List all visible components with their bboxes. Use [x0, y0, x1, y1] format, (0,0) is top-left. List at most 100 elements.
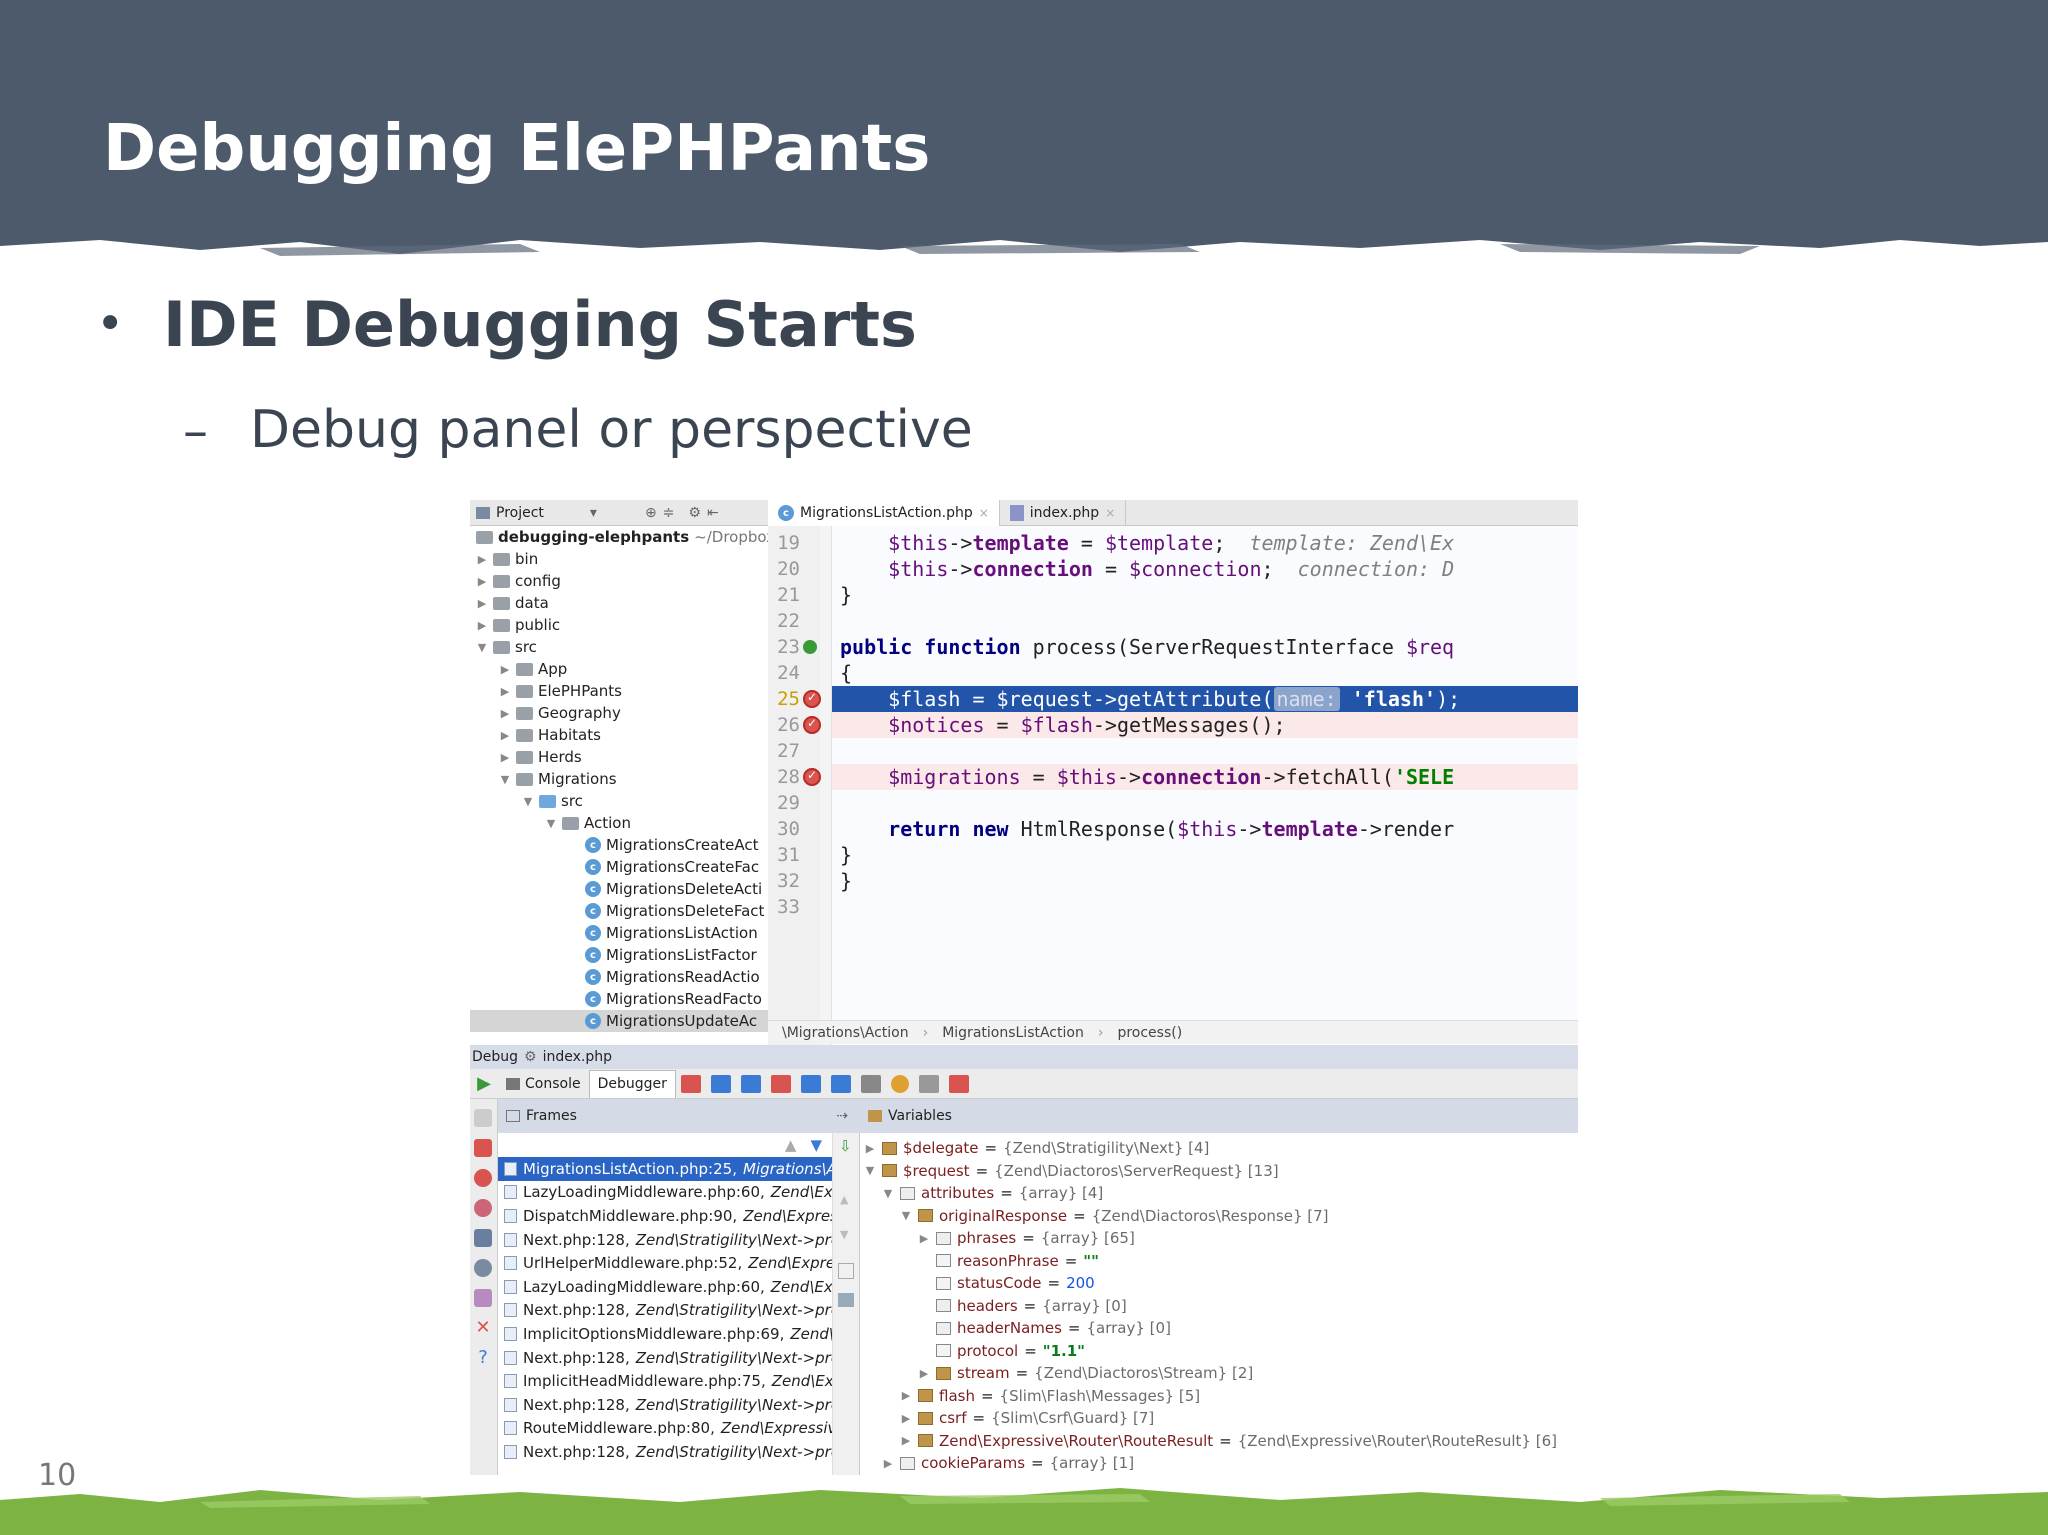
tree-item[interactable]: ▼ src	[476, 636, 537, 658]
code-line[interactable]: }	[832, 868, 1578, 894]
breadcrumb-item[interactable]: process()	[1117, 1025, 1182, 1041]
arrow-down-icon[interactable]: ▼	[810, 1136, 822, 1154]
sync-icon[interactable]: ⊕	[645, 505, 657, 521]
code-line[interactable]: }	[832, 582, 1578, 608]
project-root[interactable]: debugging-elephpants ~/Dropbox/	[476, 526, 768, 548]
chevron-down-icon[interactable]: ▼	[476, 641, 488, 654]
pause-icon[interactable]	[474, 1109, 492, 1127]
layout-icon[interactable]	[474, 1229, 492, 1247]
close-icon[interactable]: ×	[1105, 506, 1115, 520]
tree-item[interactable]: c MigrationsUpdateAc	[470, 1010, 768, 1032]
chevron-right-icon[interactable]: ▶	[476, 597, 488, 610]
chevron-right-icon[interactable]: ▶	[476, 553, 488, 566]
tree-item[interactable]: ▶ Geography	[499, 702, 621, 724]
code-line[interactable]: $flash = $request->getAttribute(name: 'f…	[832, 686, 1578, 712]
close-icon[interactable]: ×	[979, 506, 989, 520]
step-over-icon[interactable]	[710, 1074, 731, 1093]
tree-item[interactable]: c MigrationsListAction	[568, 922, 758, 944]
variable-row[interactable]: ▼ $request = {Zend\Diactoros\ServerRequest}…	[864, 1160, 1279, 1183]
chevron-right-icon[interactable]: ▶	[499, 685, 511, 698]
variable-row[interactable]: ▼ originalResponse = {Zend\Diactoros\Respon…	[900, 1205, 1329, 1228]
close-icon[interactable]: ✕	[474, 1319, 492, 1337]
frame-row[interactable]: ImplicitOptionsMiddleware.php:69, Zend\E	[498, 1322, 832, 1346]
pin-icon[interactable]	[474, 1289, 492, 1307]
watch-icon[interactable]	[890, 1074, 909, 1093]
variable-row[interactable]: statusCode = 200	[918, 1272, 1095, 1295]
breadcrumb-item[interactable]: \Migrations\Action	[782, 1025, 909, 1041]
help-icon[interactable]: ?	[474, 1349, 492, 1367]
resume-icon[interactable]: ▶	[470, 1073, 498, 1094]
tab-debugger[interactable]: Debugger	[588, 1069, 676, 1098]
code-line[interactable]: $this->template = $template; template: Z…	[832, 530, 1578, 556]
chevron-right-icon[interactable]: ▶	[900, 1412, 912, 1425]
step-out-icon[interactable]	[800, 1074, 821, 1093]
variable-row[interactable]: ▶ cookieParams = {array} [1]	[882, 1452, 1134, 1475]
tree-item[interactable]: ▶ Herds	[499, 746, 582, 768]
implements-method-icon[interactable]	[803, 640, 817, 654]
show-execution-point-icon[interactable]	[680, 1074, 701, 1093]
tree-item[interactable]: c MigrationsDeleteActi	[568, 878, 762, 900]
tree-item[interactable]: c MigrationsCreateFac	[568, 856, 759, 878]
chevron-down-icon[interactable]: ▼	[545, 817, 557, 830]
code-line[interactable]: {	[832, 660, 1578, 686]
code-line[interactable]: $migrations = $this->connection->fetchAl…	[832, 764, 1578, 790]
breakpoint-icon[interactable]	[803, 716, 821, 734]
tree-item[interactable]: ▶ public	[476, 614, 560, 636]
frame-row[interactable]: DispatchMiddleware.php:90, Zend\Express	[498, 1204, 832, 1228]
gear-icon[interactable]: ⚙	[688, 505, 701, 521]
breakpoint-icon[interactable]	[803, 768, 821, 786]
chevron-right-icon[interactable]: ▶	[476, 619, 488, 632]
code-line[interactable]: $this->connection = $connection; connect…	[832, 556, 1578, 582]
breadcrumb-item[interactable]: MigrationsListAction	[942, 1025, 1084, 1041]
frame-row[interactable]: LazyLoadingMiddleware.php:60, Zend\Exp	[498, 1275, 832, 1299]
frame-row[interactable]: ImplicitHeadMiddleware.php:75, Zend\Exp	[498, 1369, 832, 1393]
chevron-right-icon[interactable]: ▶	[900, 1389, 912, 1402]
arrow-up-icon[interactable]: ▲	[840, 1193, 848, 1206]
force-step-into-icon[interactable]	[770, 1074, 791, 1093]
tree-item[interactable]: c MigrationsCreateAct	[568, 834, 759, 856]
restore-layout-icon[interactable]	[948, 1074, 969, 1093]
chevron-right-icon[interactable]: ▶	[900, 1434, 912, 1447]
code-line[interactable]	[832, 608, 1578, 634]
frame-row[interactable]: MigrationsListAction.php:25, Migrations\A	[498, 1157, 832, 1181]
dropdown-icon[interactable]: ▾	[590, 505, 597, 521]
evaluate-expression-icon[interactable]	[860, 1074, 881, 1093]
frame-row[interactable]: UrlHelperMiddleware.php:52, Zend\Expres	[498, 1251, 832, 1275]
frame-row[interactable]: Next.php:128, Zend\Stratigility\Next->pro…	[498, 1440, 832, 1464]
chevron-right-icon[interactable]: ▶	[476, 575, 488, 588]
run-to-cursor-icon[interactable]	[830, 1074, 851, 1093]
chevron-down-icon[interactable]: ▼	[900, 1209, 912, 1222]
tree-item[interactable]: c MigrationsReadFacto	[568, 988, 762, 1010]
project-panel-header[interactable]: Project ▾ ⊕ ≑ ⚙ ⇤	[470, 500, 768, 526]
frame-row[interactable]: Next.php:128, Zend\Stratigility\Next->pro…	[498, 1393, 832, 1417]
frame-row[interactable]: RouteMiddleware.php:80, Zend\Expressive	[498, 1417, 832, 1441]
tree-item[interactable]: ▼ Action	[545, 812, 631, 834]
chevron-right-icon[interactable]: ▶	[499, 729, 511, 742]
view-breakpoints-icon[interactable]	[474, 1169, 492, 1187]
arrow-up-icon[interactable]: ▲	[785, 1136, 797, 1154]
chevron-right-icon[interactable]: ▶	[918, 1367, 930, 1380]
gear-icon[interactable]	[474, 1259, 492, 1277]
chevron-down-icon[interactable]: ▼	[499, 773, 511, 786]
restore-icon[interactable]: ⇢	[836, 1108, 848, 1124]
arrow-down-icon[interactable]: ▼	[840, 1228, 848, 1241]
frame-row[interactable]: Next.php:128, Zend\Stratigility\Next->pro…	[498, 1299, 832, 1323]
code-line[interactable]: return new HtmlResponse($this->template-…	[832, 816, 1578, 842]
tree-item[interactable]: c MigrationsListFactor	[568, 944, 757, 966]
chevron-down-icon[interactable]: ▼	[882, 1187, 894, 1200]
tree-item[interactable]: ▶ bin	[476, 548, 538, 570]
chevron-right-icon[interactable]: ▶	[918, 1232, 930, 1245]
code-line[interactable]	[832, 738, 1578, 764]
variable-row[interactable]: ▶ phrases = {array} [65]	[918, 1227, 1135, 1250]
image-icon[interactable]	[838, 1293, 854, 1307]
step-arrow-icon[interactable]: ⇩	[839, 1137, 852, 1155]
tree-item[interactable]: c MigrationsDeleteFact	[568, 900, 764, 922]
chevron-right-icon[interactable]: ▶	[499, 663, 511, 676]
tree-item[interactable]: c MigrationsReadActio	[568, 966, 760, 988]
settings-icon[interactable]	[918, 1074, 939, 1093]
copy-icon[interactable]	[838, 1263, 854, 1279]
variable-row[interactable]: headers = {array} [0]	[918, 1295, 1127, 1318]
tree-item[interactable]: ▶ config	[476, 570, 561, 592]
variable-row[interactable]: ▶ flash = {Slim\Flash\Messages} [5]	[900, 1385, 1200, 1408]
debug-config-name[interactable]: index.php	[543, 1049, 612, 1065]
